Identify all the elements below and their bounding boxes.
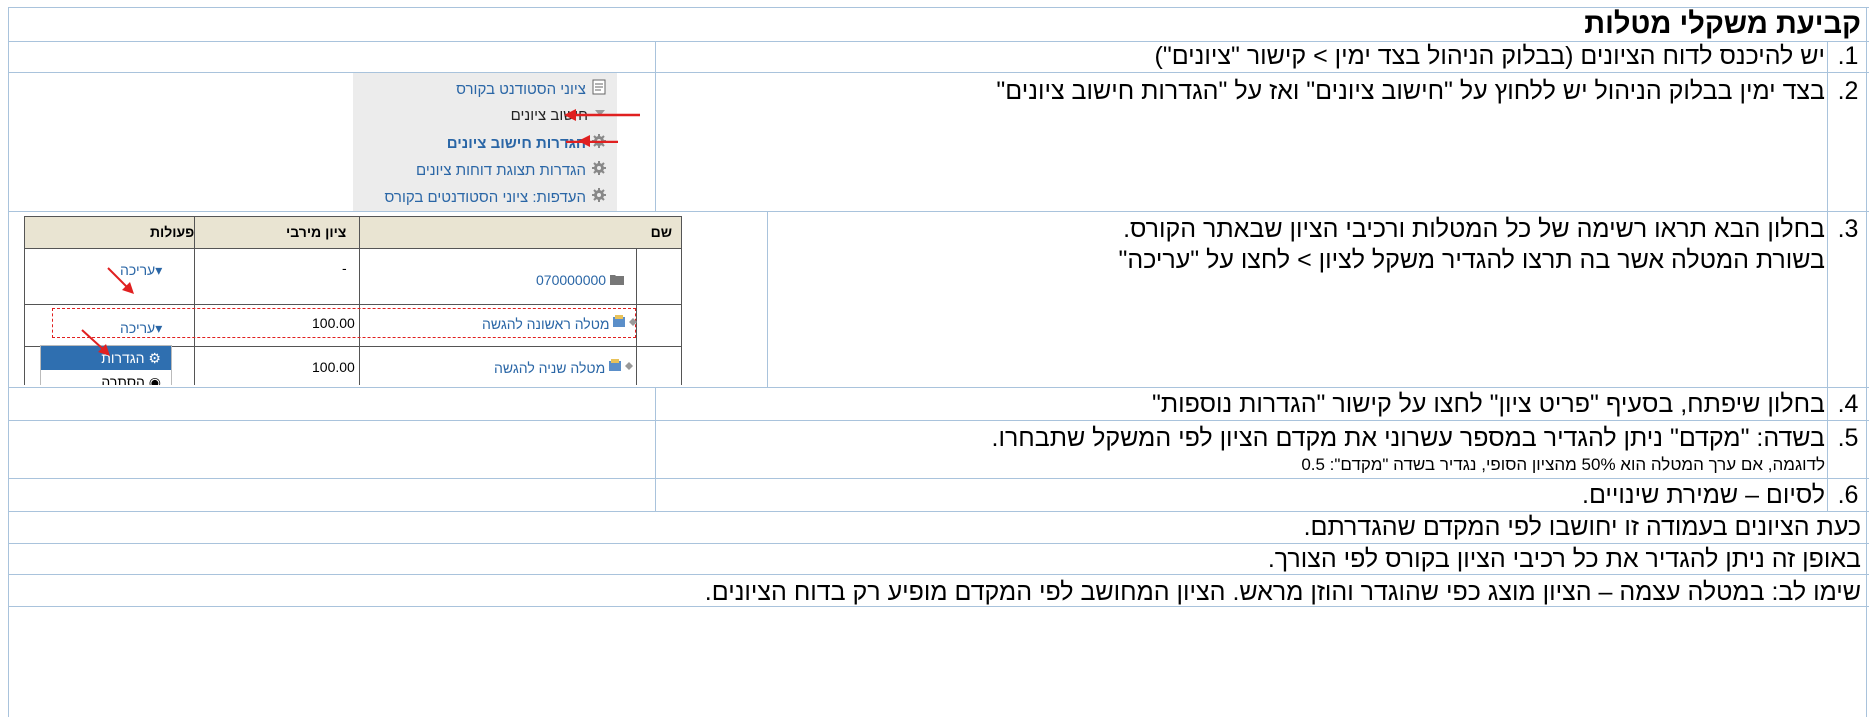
gradebook-screenshot: שם ציון מירבי פעולות 070000000 - עריכה▾ … [24,216,682,385]
nav-item-label: ציוני הסטודנט בקורס [456,80,586,98]
step-text: בצד ימין בבלוק הניהול יש ללחוץ על "חישוב… [996,77,1825,105]
page-title: קביעת משקלי מטלות [1584,8,1861,40]
nav-item-preferences[interactable]: העדפות: ציוני הסטודנטים בקורס [385,187,607,207]
row-divider [8,72,1869,73]
step-text: בשורת המטלה אשר בה תרצו להגדיר משקל לציו… [1118,246,1825,274]
table-border-right [1866,7,1867,717]
note-text: כעת הציונים בעמודה זו יחושבו לפי המקדם ש… [1303,513,1861,541]
step-number: .1 [1837,42,1859,70]
row-divider [8,574,1869,575]
row-divider [8,420,1869,421]
step-text: בחלון שיפתח, בסעיף "פריט ציון" לחצו על ק… [1151,390,1825,418]
report-icon [591,79,607,99]
nav-item-label: העדפות: ציוני הסטודנטים בקורס [384,188,586,206]
document-page: קביעת משקלי מטלות .1 .2 .3 .4 .5 .6 יש ל… [0,0,1869,717]
nav-item-report-display-settings[interactable]: הגדרות תצוגת דוחות ציונים [416,160,607,180]
step-text: יש להיכנס לדוח הציונים (בבלוק הניהול בצד… [1154,42,1825,70]
step-example-text: לדוגמה, אם ערך המטלה הוא 50% מהציון הסופ… [1301,455,1825,474]
nav-item-student-grades[interactable]: ציוני הסטודנט בקורס [456,79,607,99]
arrow-annotation [81,267,134,356]
nav-item-label: הגדרות תצוגת דוחות ציונים [416,161,586,179]
step-number: .3 [1837,215,1859,243]
step-text: בחלון הבא תראו רשימה של כל המטלות ורכיבי… [1123,215,1825,243]
step-number: .6 [1837,481,1859,509]
step-number: .5 [1837,424,1859,452]
row-divider [8,478,1869,479]
step-text: בשדה: "מקדם" ניתן להגדיר במספר עשרוני את… [991,424,1826,452]
note-text: שימו לב: במטלה עצמה – הציון מוצג כפי שהו… [704,578,1861,606]
image-column-divider [655,387,656,511]
image-column-divider [767,211,768,387]
gear-icon [591,160,607,180]
arrow-annotation [578,135,590,147]
row-divider [8,211,1869,212]
step-text: לסיום – שמירת שינויים. [1582,481,1825,509]
table-border-left [8,7,9,717]
note-text: באופן זה ניתן להגדיר את כל רכיבי הציון ב… [1267,545,1861,573]
image-column-divider [655,41,656,211]
gear-icon [591,187,607,207]
step-number: .4 [1837,390,1859,418]
row-divider [8,387,1869,388]
step-number: .2 [1837,77,1859,105]
number-column-divider [1827,41,1828,511]
